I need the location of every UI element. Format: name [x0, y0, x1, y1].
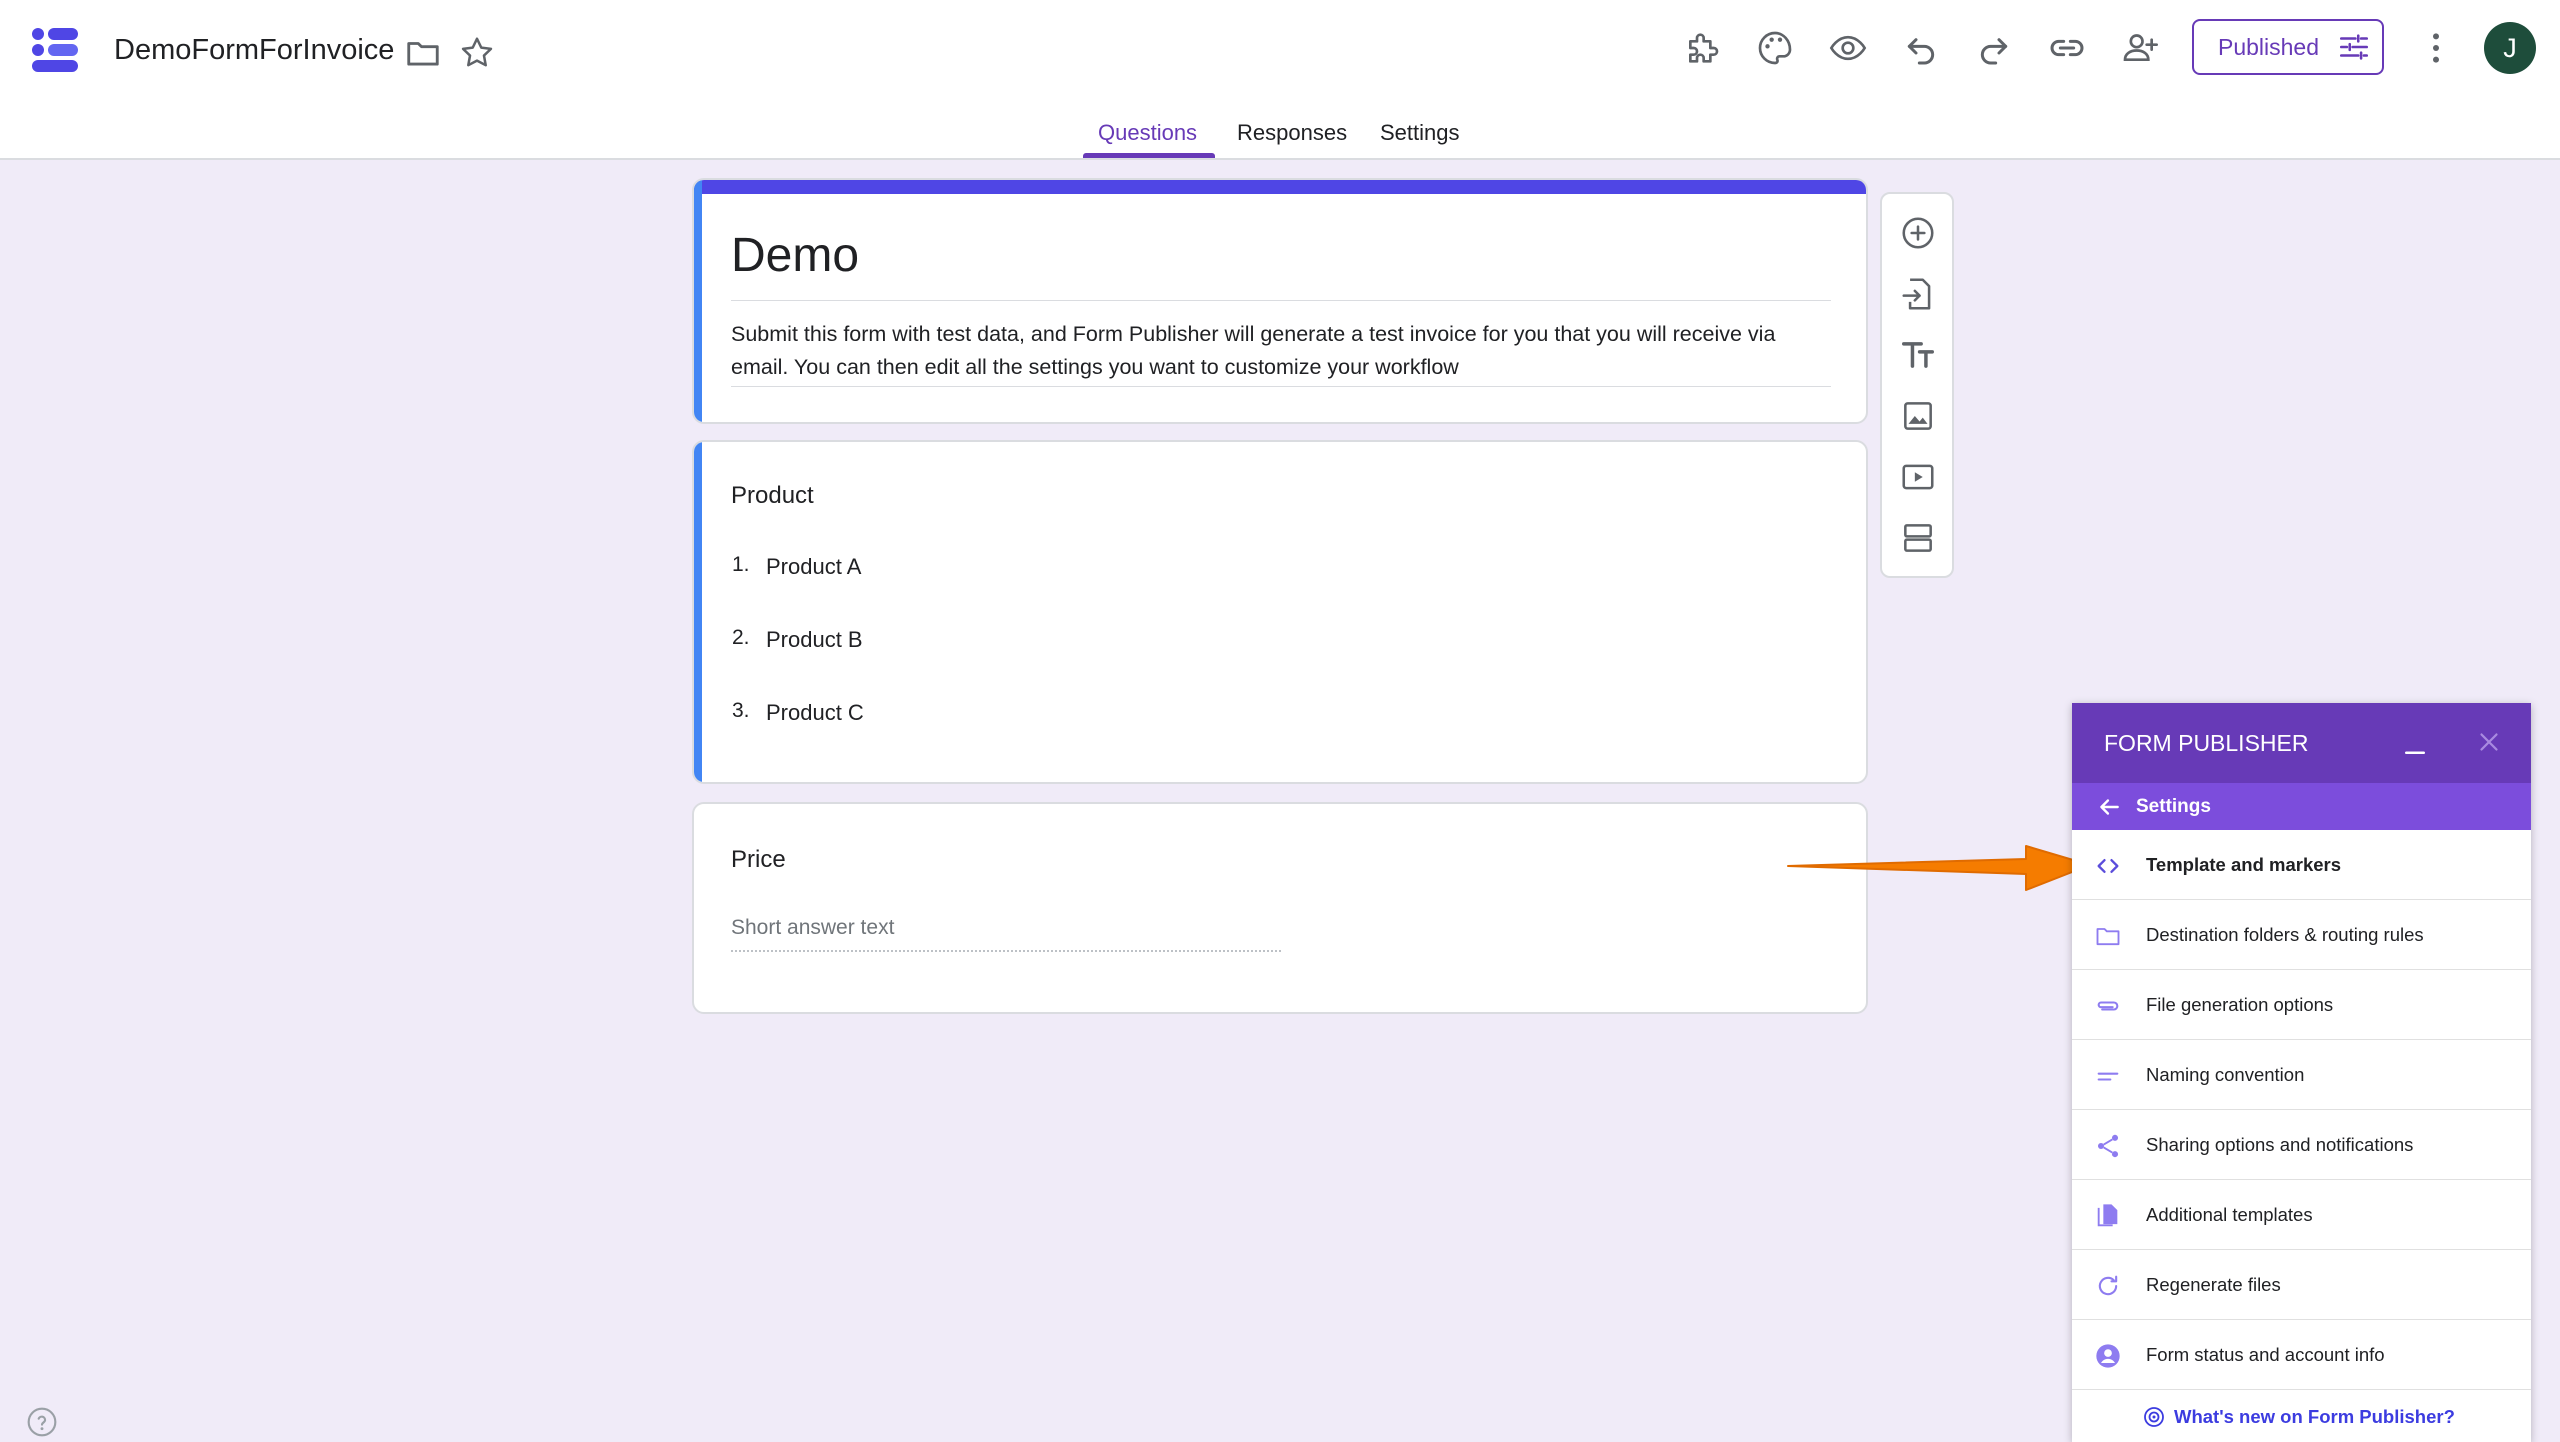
question-card-product[interactable]: Product 1. Product A 2. Product B 3. Pro…: [692, 440, 1868, 784]
question-title: Price: [731, 846, 786, 873]
add-question-icon[interactable]: [1899, 214, 1937, 252]
fp-item-template-and-markers[interactable]: Template and markers: [2072, 830, 2531, 900]
fp-item-label: Regenerate files: [2146, 1274, 2281, 1295]
fp-item-label: Sharing options and notifications: [2146, 1134, 2414, 1155]
fp-item-regenerate-files[interactable]: Regenerate files: [2072, 1250, 2531, 1320]
form-publisher-footer: What's new on Form Publisher?: [2072, 1391, 2531, 1442]
fp-item-label: Additional templates: [2146, 1204, 2313, 1225]
published-button[interactable]: Published: [2192, 19, 2384, 75]
fp-item-label: File generation options: [2146, 994, 2334, 1015]
customize-theme-icon[interactable]: [1755, 28, 1795, 68]
option-number: 1.: [732, 553, 750, 576]
move-to-folder-icon[interactable]: [404, 34, 442, 72]
tab-settings[interactable]: Settings: [1380, 120, 1460, 146]
fp-item-form-status[interactable]: Form status and account info: [2072, 1320, 2531, 1390]
active-card-indicator: [694, 180, 702, 422]
divider: [731, 386, 1831, 387]
published-label: Published: [2218, 33, 2320, 60]
form-publisher-header: FORM PUBLISHER: [2072, 703, 2531, 783]
folder-icon: [2094, 922, 2122, 950]
form-publisher-panel: FORM PUBLISHER Settings Template and mar…: [2072, 703, 2531, 1442]
file-copy-icon: [2094, 1202, 2122, 1230]
active-card-indicator: [694, 442, 702, 782]
star-icon[interactable]: [458, 34, 496, 72]
tab-responses[interactable]: Responses: [1237, 120, 1347, 146]
fp-item-label: Template and markers: [2146, 854, 2342, 875]
add-video-icon[interactable]: [1899, 458, 1937, 496]
add-section-icon[interactable]: [1899, 519, 1937, 557]
question-card-price[interactable]: Price Short answer text: [692, 802, 1868, 1014]
question-title: Product: [731, 482, 814, 509]
fp-item-label: Form status and account info: [2146, 1344, 2385, 1365]
answer-underline: [731, 950, 1281, 952]
copy-link-icon[interactable]: [2047, 28, 2087, 68]
divider: [731, 300, 1831, 301]
fp-item-sharing-options[interactable]: Sharing options and notifications: [2072, 1110, 2531, 1180]
refresh-icon: [2094, 1272, 2122, 1300]
fp-item-additional-templates[interactable]: Additional templates: [2072, 1180, 2531, 1250]
short-answer-placeholder: Short answer text: [731, 916, 895, 939]
help-icon[interactable]: [26, 1406, 58, 1438]
redo-icon[interactable]: [1974, 28, 2014, 68]
fp-item-naming-convention[interactable]: Naming convention: [2072, 1040, 2531, 1110]
account-circle-icon: [2094, 1342, 2122, 1370]
tune-icon: [2337, 30, 2371, 64]
code-icon: [2094, 852, 2122, 880]
fp-item-label: Destination folders & routing rules: [2146, 924, 2424, 945]
import-questions-icon[interactable]: [1899, 275, 1937, 313]
fp-item-file-generation-options[interactable]: File generation options: [2072, 970, 2531, 1040]
tab-questions[interactable]: Questions: [1098, 120, 1197, 146]
floating-toolbar: [1880, 192, 1954, 578]
app-header: DemoFormForInvoice Published J Questions…: [0, 0, 2560, 160]
add-title-icon[interactable]: [1899, 336, 1937, 374]
form-title[interactable]: Demo: [731, 228, 859, 283]
option-number: 2.: [732, 626, 750, 649]
whats-new-label: What's new on Form Publisher?: [2174, 1406, 2455, 1427]
add-collaborators-icon[interactable]: [2120, 28, 2160, 68]
add-ons-icon[interactable]: [1682, 28, 1722, 68]
document-title[interactable]: DemoFormForInvoice: [114, 34, 394, 67]
active-tab-indicator: [1083, 153, 1215, 158]
back-arrow-icon[interactable]: [2096, 794, 2122, 820]
account-avatar[interactable]: J: [2484, 22, 2536, 74]
share-icon: [2094, 1132, 2122, 1160]
option-number: 3.: [732, 699, 750, 722]
option-label: Product B: [766, 627, 863, 652]
more-options-icon[interactable]: [2416, 28, 2456, 68]
form-tabs: Questions Responses Settings: [0, 114, 2560, 160]
form-color-bar: [694, 180, 1866, 194]
fp-item-destination-folders[interactable]: Destination folders & routing rules: [2072, 900, 2531, 970]
undo-icon[interactable]: [1901, 28, 1941, 68]
form-title-card[interactable]: Demo Submit this form with test data, an…: [692, 178, 1868, 424]
short-text-icon: [2094, 1062, 2122, 1090]
add-image-icon[interactable]: [1899, 397, 1937, 435]
form-description[interactable]: Submit this form with test data, and For…: [731, 318, 1831, 384]
annotation-arrow-icon: [1786, 838, 2092, 898]
form-publisher-title: FORM PUBLISHER: [2104, 730, 2309, 756]
podcast-icon: [2142, 1405, 2166, 1429]
fp-item-label: Naming convention: [2146, 1064, 2305, 1085]
close-icon[interactable]: [2474, 727, 2504, 757]
attachment-icon: [2094, 992, 2122, 1020]
option-label: Product A: [766, 554, 862, 579]
forms-logo-icon[interactable]: [28, 22, 84, 78]
settings-subheader: Settings: [2072, 783, 2531, 830]
settings-label: Settings: [2136, 796, 2211, 817]
whats-new-link[interactable]: What's new on Form Publisher?: [2142, 1405, 2455, 1429]
option-label: Product C: [766, 700, 864, 725]
minimize-icon[interactable]: [2400, 729, 2430, 759]
preview-eye-icon[interactable]: [1828, 28, 1868, 68]
